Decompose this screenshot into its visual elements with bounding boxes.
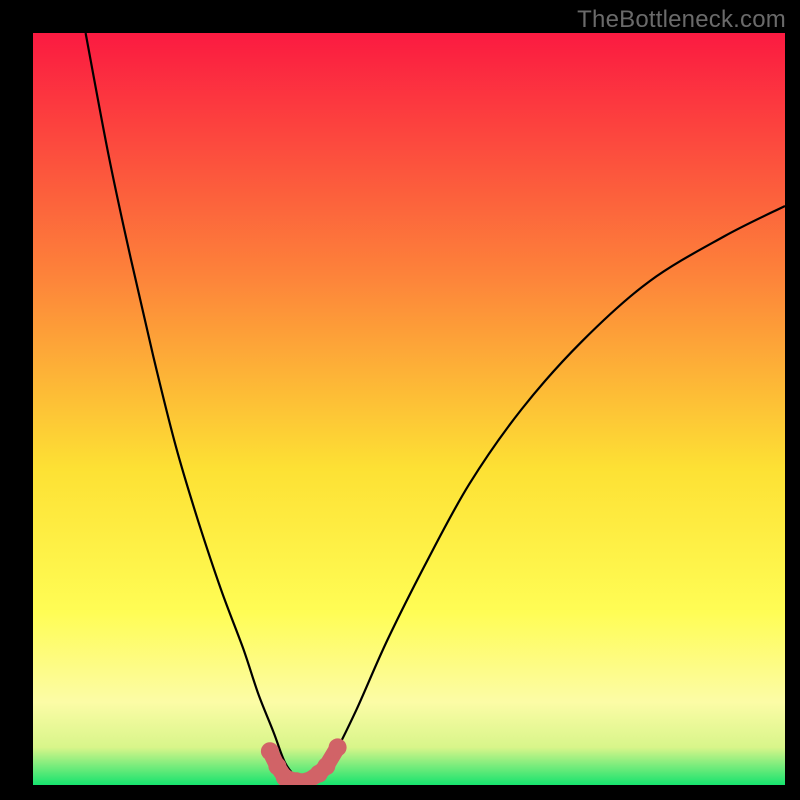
bottleneck-chart	[33, 33, 785, 785]
chart-frame: TheBottleneck.com	[0, 0, 800, 800]
bottom-marker-dot	[329, 738, 347, 756]
bottom-marker-dot	[317, 757, 335, 775]
plot-area	[33, 33, 785, 785]
watermark-text: TheBottleneck.com	[577, 6, 786, 34]
gradient-background	[33, 33, 785, 785]
